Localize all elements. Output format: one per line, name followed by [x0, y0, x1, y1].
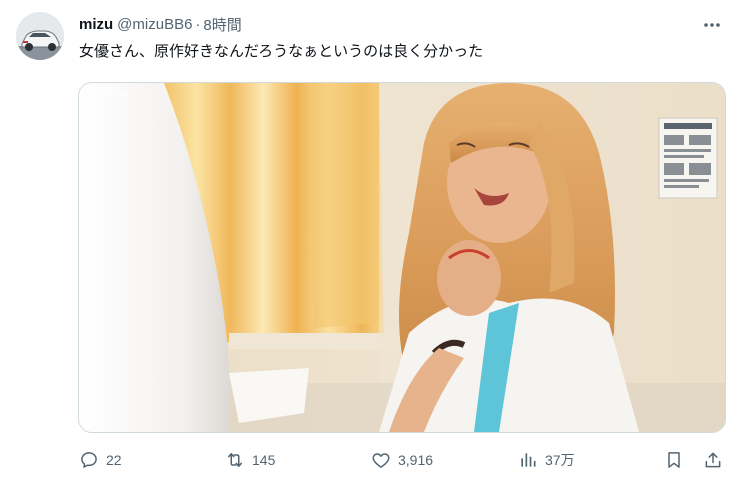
- avatar[interactable]: [16, 12, 64, 60]
- reply-icon: [78, 449, 100, 471]
- tweet-media-image[interactable]: IPPA: [78, 82, 726, 433]
- share-button[interactable]: [702, 448, 724, 472]
- views-button[interactable]: 37万: [517, 448, 575, 472]
- car-avatar-icon: [16, 12, 64, 60]
- tweet-text: 女優さん、原作好きなんだろうなぁというのは良く分かった: [79, 43, 484, 60]
- media-watermark: IPPA: [107, 89, 129, 100]
- more-icon: [704, 23, 720, 27]
- separator-dot: ·: [195, 15, 201, 33]
- views-count: 37万: [545, 452, 575, 468]
- timestamp[interactable]: 8時間: [203, 14, 241, 35]
- more-options-button[interactable]: [701, 14, 723, 36]
- tweet-actions: 22 145 3,916 37万: [78, 448, 724, 472]
- views-icon: [517, 449, 539, 471]
- media-photo: IPPA: [79, 83, 725, 432]
- bookmark-button[interactable]: [663, 448, 685, 472]
- repost-icon: [224, 449, 246, 471]
- reply-count: 22: [106, 452, 122, 468]
- user-handle[interactable]: @mizuBB6: [117, 16, 192, 33]
- like-icon: [370, 449, 392, 471]
- display-name[interactable]: mizu: [79, 16, 113, 33]
- reply-button[interactable]: 22: [78, 448, 122, 472]
- repost-count: 145: [252, 452, 276, 468]
- like-count: 3,916: [398, 452, 434, 468]
- like-button[interactable]: 3,916: [370, 448, 433, 472]
- bookmark-icon: [663, 449, 685, 471]
- tweet-header: mizu @mizuBB6 · 8時間: [79, 14, 242, 34]
- repost-button[interactable]: 145: [224, 448, 275, 472]
- tweet: mizu @mizuBB6 · 8時間 女優さん、原作好きなんだろうなぁというの…: [0, 0, 737, 480]
- share-icon: [702, 449, 724, 471]
